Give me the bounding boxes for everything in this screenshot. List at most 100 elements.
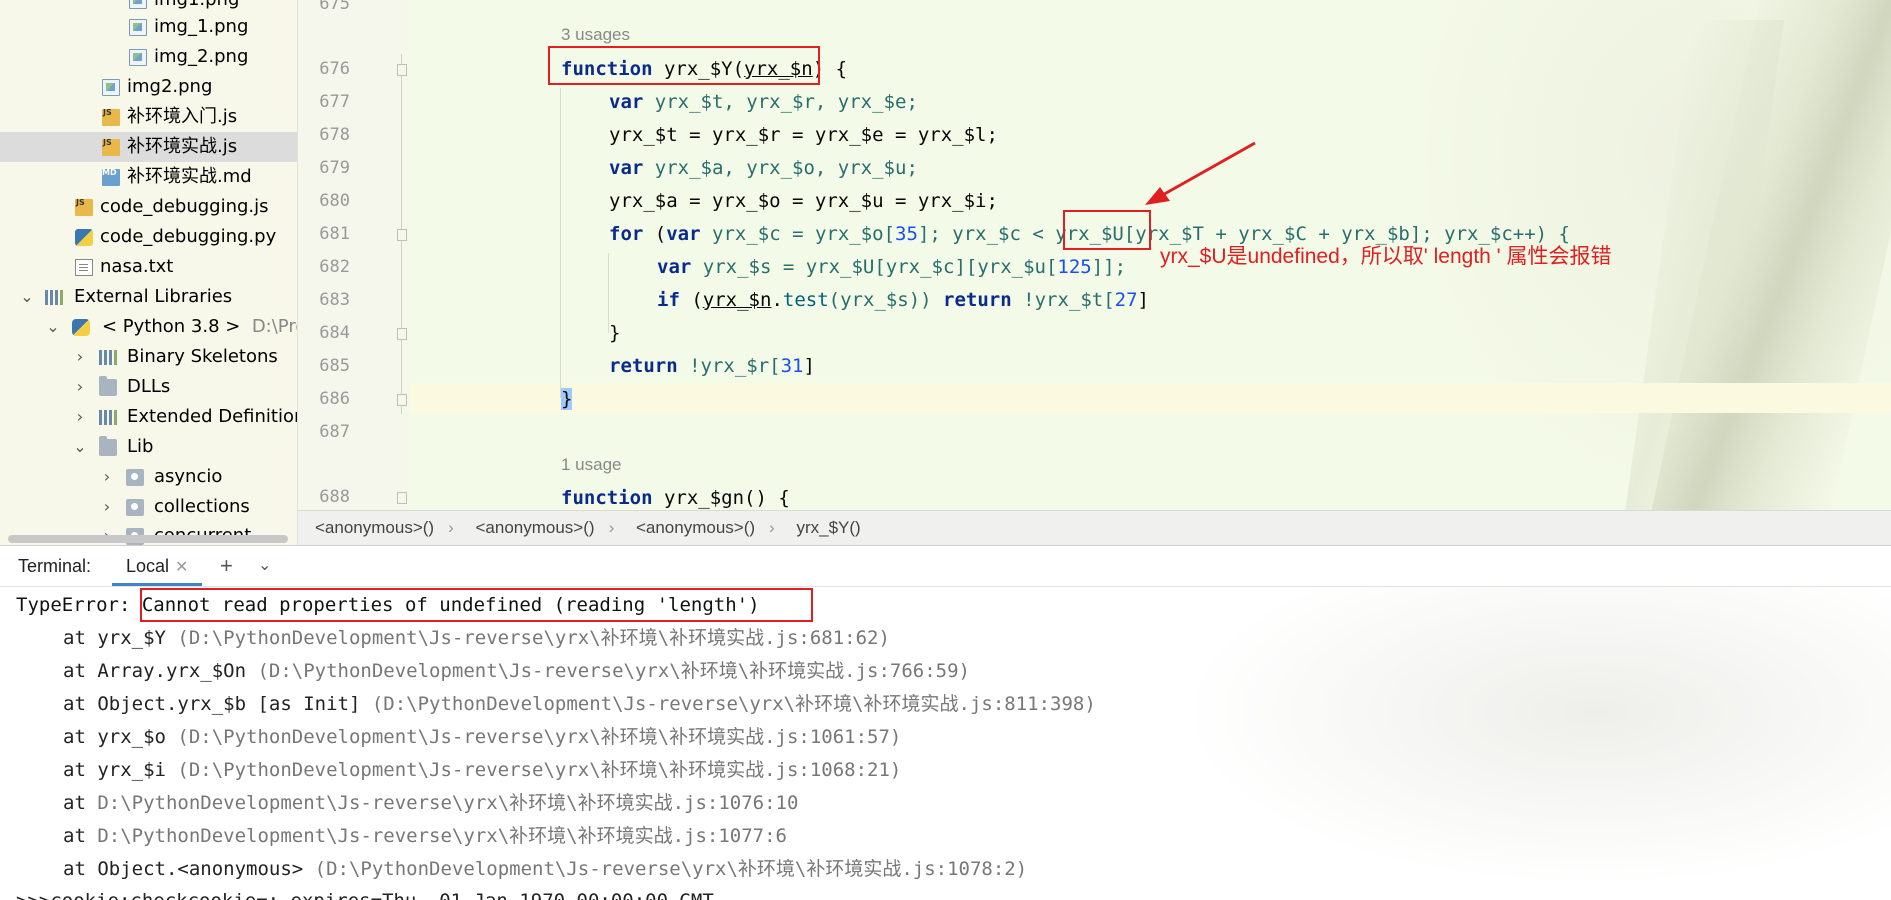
- png-file-icon: [129, 49, 147, 66]
- code-line-679: var yrx_$a, yrx_$o, yrx_$u;: [609, 157, 918, 179]
- tree-horizontal-scrollbar[interactable]: [8, 535, 288, 543]
- tree-item-binary-skeletons[interactable]: › Binary Skeletons: [0, 342, 297, 372]
- js-file-icon: [102, 98, 120, 128]
- chevron-down-icon[interactable]: ⌄: [46, 312, 60, 342]
- line-number: 678: [319, 125, 350, 145]
- stack-line: at yrx_$Y (D:\PythonDevelopment\Js-rever…: [63, 627, 890, 649]
- usage-hint[interactable]: 1 usage: [561, 455, 622, 475]
- code-line-677: var yrx_$t, yrx_$r, yrx_$e;: [609, 91, 918, 113]
- error-prefix: TypeError:: [16, 594, 142, 616]
- line-number: 688: [319, 487, 350, 507]
- chevron-right-icon[interactable]: ›: [73, 372, 87, 402]
- fold-marker-icon[interactable]: [397, 64, 407, 76]
- terminal-last-line: >>>cookie:checkcookie=; expires=Thu, 01 …: [16, 885, 714, 900]
- breadcrumb-separator-icon: ›: [608, 518, 615, 537]
- folder-icon: [99, 376, 117, 396]
- code-editor[interactable]: 3 usages function yrx_$Y(yrx_$n) { var y…: [409, 0, 1891, 510]
- tree-item-extended-definitions[interactable]: › Extended Definition: [0, 402, 297, 432]
- line-number: 679: [319, 158, 350, 178]
- stack-line: at Object.yrx_$b [as Init] (D:\PythonDev…: [63, 693, 1096, 715]
- tree-item-img-2-png[interactable]: img_2.png: [0, 42, 297, 72]
- tree-item-lib[interactable]: ⌄ Lib: [0, 432, 297, 462]
- chevron-down-icon[interactable]: ⌄: [258, 546, 271, 586]
- js-file-icon: [102, 128, 120, 158]
- editor-gutter: 675 676 677 678 679 680 681 682 683 684 …: [298, 0, 409, 510]
- package-icon: [126, 469, 144, 486]
- code-line-680: yrx_$a = yrx_$o = yrx_$u = yrx_$i;: [609, 190, 998, 212]
- tree-item-python-sdk[interactable]: ⌄ < Python 3.8 > D:\Prog: [0, 312, 297, 342]
- fold-marker-icon[interactable]: [397, 229, 407, 241]
- js-file-icon: [75, 188, 93, 218]
- breadcrumb-item[interactable]: <anonymous>(): [315, 518, 434, 537]
- stack-line: at Object.<anonymous> (D:\PythonDevelopm…: [63, 858, 1028, 880]
- breadcrumb-item[interactable]: <anonymous>(): [475, 518, 594, 537]
- tree-item-code-debugging-js[interactable]: code_debugging.js: [0, 188, 297, 222]
- chevron-down-icon[interactable]: ⌄: [20, 282, 34, 312]
- code-line-683: if (yrx_$n.test(yrx_$s)) return !yrx_$t[…: [657, 289, 1149, 311]
- tree-item-intro-js[interactable]: 补环境入门.js: [0, 98, 297, 132]
- terminal-header: Terminal: Local ✕ + ⌄: [0, 545, 1891, 587]
- chevron-right-icon[interactable]: ›: [100, 462, 114, 492]
- library-icon: [45, 289, 63, 306]
- tree-item-nasa-txt[interactable]: nasa.txt: [0, 252, 297, 282]
- stack-line: at yrx_$o (D:\PythonDevelopment\Js-rever…: [63, 726, 902, 748]
- line-number: 680: [319, 191, 350, 211]
- highlight-box-undefined-var: [1063, 210, 1151, 250]
- python-sdk-path: D:\Prog: [251, 316, 297, 337]
- png-file-icon: [102, 79, 120, 96]
- line-number: 681: [319, 224, 350, 244]
- usage-hint[interactable]: 3 usages: [561, 25, 630, 45]
- stack-line: at D:\PythonDevelopment\Js-reverse\yrx\补…: [63, 825, 787, 847]
- chevron-right-icon[interactable]: ›: [100, 492, 114, 522]
- chevron-right-icon[interactable]: ›: [73, 402, 87, 432]
- stack-line: at D:\PythonDevelopment\Js-reverse\yrx\补…: [63, 792, 799, 814]
- package-icon: [126, 499, 144, 516]
- code-line-685: return !yrx_$r[31]: [609, 355, 815, 377]
- terminal-tab-label: Local: [126, 556, 170, 576]
- library-icon: [99, 349, 117, 366]
- breadcrumb-item[interactable]: yrx_$Y(): [796, 518, 860, 537]
- code-line-688: function yrx_$gn() {: [561, 487, 790, 509]
- line-number: 675: [319, 0, 350, 14]
- close-icon[interactable]: ✕: [175, 559, 188, 576]
- tree-item-external-libraries[interactable]: ⌄ External Libraries: [0, 282, 297, 312]
- txt-file-icon: [75, 259, 93, 276]
- code-line-682: var yrx_$s = yrx_$U[yrx_$c][yrx_$u[125]]…: [657, 256, 1127, 278]
- line-number: 683: [319, 290, 350, 310]
- chevron-down-icon[interactable]: ⌄: [73, 432, 87, 462]
- project-tree: img1.png img_1.png img_2.png img2.png 补环…: [0, 0, 298, 545]
- ide-top-area: img1.png img_1.png img_2.png img2.png 补环…: [0, 0, 1891, 545]
- tree-item-practice-js[interactable]: 补环境实战.js: [0, 128, 297, 162]
- tree-item-img2-png[interactable]: img2.png: [0, 72, 297, 102]
- python-icon: [72, 319, 90, 336]
- code-line-678: yrx_$t = yrx_$r = yrx_$e = yrx_$l;: [609, 124, 998, 146]
- stack-line: at yrx_$i (D:\PythonDevelopment\Js-rever…: [63, 759, 902, 781]
- chevron-right-icon[interactable]: ›: [73, 342, 87, 372]
- breadcrumb: <anonymous>() › <anonymous>() › <anonymous…: [298, 510, 1891, 545]
- tree-item-img-1-png[interactable]: img_1.png: [0, 12, 297, 42]
- fold-marker-icon[interactable]: [397, 394, 407, 406]
- line-number: 687: [319, 422, 350, 442]
- terminal-tab-local[interactable]: Local ✕: [112, 546, 203, 586]
- tree-item-practice-md[interactable]: 补环境实战.md: [0, 158, 297, 192]
- md-file-icon: [102, 158, 120, 188]
- current-line-highlight: [409, 383, 1891, 413]
- terminal-background-image: [1150, 587, 1891, 900]
- add-terminal-icon[interactable]: +: [220, 546, 233, 586]
- terminal-output[interactable]: TypeError: Cannot read properties of und…: [0, 587, 1891, 900]
- tree-item-collections[interactable]: › collections: [0, 492, 297, 522]
- tree-item-dlls[interactable]: › DLLs: [0, 372, 297, 402]
- line-number: 677: [319, 92, 350, 112]
- tree-item-asyncio[interactable]: › asyncio: [0, 462, 297, 492]
- line-number: 684: [319, 323, 350, 343]
- line-number: 686: [319, 389, 350, 409]
- fold-marker-icon[interactable]: [397, 492, 407, 504]
- tree-item-code-debugging-py[interactable]: code_debugging.py: [0, 222, 297, 252]
- fold-marker-icon[interactable]: [397, 328, 407, 340]
- line-number: 682: [319, 257, 350, 277]
- folder-icon: [99, 436, 117, 456]
- stack-line: at Array.yrx_$On (D:\PythonDevelopment\J…: [63, 660, 970, 682]
- python-sdk-label: < Python 3.8 >: [102, 316, 241, 337]
- breadcrumb-item[interactable]: <anonymous>(): [636, 518, 755, 537]
- matched-brace: }: [561, 388, 573, 410]
